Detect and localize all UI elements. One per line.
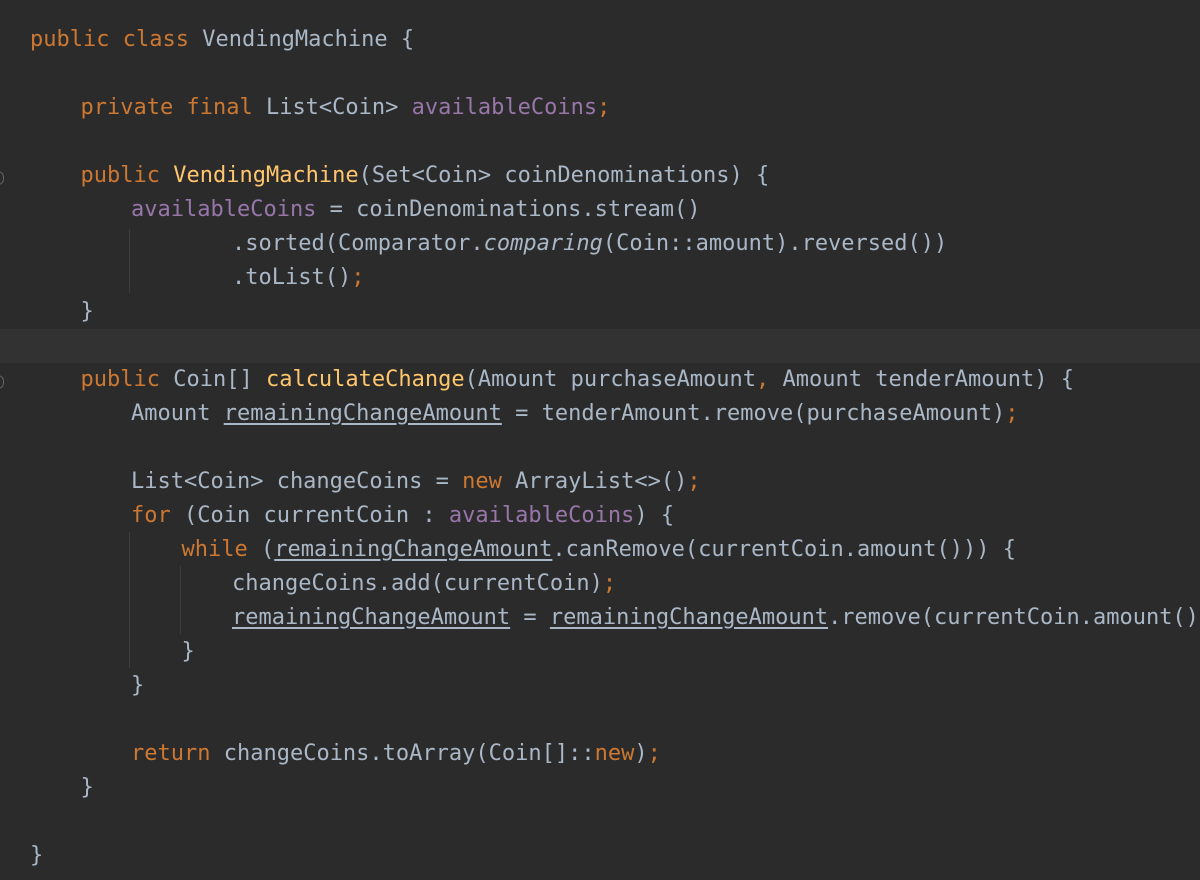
- gutter-marker-icon[interactable]: [0, 171, 4, 185]
- code-token: ;: [602, 571, 617, 596]
- code-token: = coinDenominations.stream(): [316, 197, 701, 222]
- code-token: (Amount purchaseAmount: [464, 367, 757, 392]
- code-token: .toList(): [232, 265, 352, 290]
- code-line[interactable]: }: [30, 839, 43, 873]
- code-token: (: [247, 537, 275, 562]
- code-token: }: [80, 775, 94, 800]
- code-token: changeCoins.toArray(Coin[]::: [210, 741, 595, 766]
- code-token: ): [634, 741, 648, 766]
- code-token: changeCoins.add(currentCoin): [232, 571, 603, 596]
- code-token: new: [594, 741, 635, 766]
- code-token: ;: [597, 95, 611, 120]
- code-token: ;: [1005, 401, 1019, 426]
- code-token: remainingChangeAmount: [274, 537, 553, 562]
- code-line[interactable]: public VendingMachine(Set<Coin> coinDeno…: [81, 159, 770, 193]
- code-line[interactable]: }: [81, 771, 94, 805]
- code-token: }: [80, 299, 94, 324]
- code-token: public: [30, 27, 110, 52]
- code-token: Amount: [131, 401, 224, 426]
- code-line[interactable]: changeCoins.add(currentCoin);: [232, 567, 616, 601]
- indent-guide: [129, 532, 130, 668]
- code-line[interactable]: }: [182, 635, 195, 669]
- code-editor[interactable]: public class VendingMachine { private fin…: [0, 0, 1200, 880]
- code-token: Coin[]: [159, 367, 266, 392]
- code-token: private: [80, 95, 174, 120]
- code-token: new: [462, 469, 502, 494]
- code-line[interactable]: remainingChangeAmount = remainingChangeA…: [232, 601, 1200, 635]
- code-token: class: [122, 27, 189, 52]
- code-token: availableCoins: [411, 95, 598, 120]
- code-line[interactable]: .sorted(Comparator.comparing(Coin::amoun…: [232, 227, 947, 261]
- indent-guide: [129, 229, 130, 293]
- code-token: return: [131, 741, 211, 766]
- code-token: availableCoins: [131, 197, 317, 222]
- code-token: public: [80, 163, 160, 188]
- code-token: ) {: [634, 503, 675, 528]
- code-token: (Coin::amount).reversed()): [602, 231, 948, 256]
- code-token: List<Coin> changeCoins =: [131, 469, 463, 494]
- code-token: calculateChange: [265, 367, 465, 392]
- code-token: ,: [756, 367, 770, 392]
- code-token: =: [510, 605, 550, 630]
- code-token: for: [131, 503, 171, 528]
- code-line[interactable]: public class VendingMachine {: [30, 23, 414, 57]
- code-token: (Coin currentCoin :: [170, 503, 449, 528]
- code-token: final: [186, 95, 253, 120]
- code-token: }: [30, 843, 44, 868]
- code-token: availableCoins: [448, 503, 635, 528]
- code-token: remainingChangeAmount: [549, 605, 829, 630]
- code-token: ;: [351, 265, 365, 290]
- code-token: comparing: [483, 231, 603, 256]
- current-line-highlight: [0, 329, 1200, 363]
- code-token: .remove(currentCoin.amount()): [828, 605, 1200, 630]
- code-token: ArrayList<>(): [501, 469, 688, 494]
- code-token: ;: [647, 741, 661, 766]
- code-token: }: [181, 639, 195, 664]
- code-line[interactable]: List<Coin> changeCoins = new ArrayList<>…: [131, 465, 701, 499]
- code-token: .canRemove(currentCoin.amount())) {: [552, 537, 1016, 562]
- code-line[interactable]: }: [81, 295, 94, 329]
- code-token: while: [181, 537, 248, 562]
- code-line[interactable]: private final List<Coin> availableCoins;: [81, 91, 611, 125]
- code-token: public: [80, 367, 160, 392]
- code-token: List<Coin>: [252, 95, 412, 120]
- code-token: VendingMachine: [173, 163, 359, 188]
- code-line[interactable]: .toList();: [232, 261, 364, 295]
- code-token: remainingChangeAmount: [223, 401, 502, 426]
- code-token: }: [131, 673, 145, 698]
- code-line[interactable]: return changeCoins.toArray(Coin[]::new);: [131, 737, 661, 771]
- code-token: VendingMachine {: [188, 27, 415, 52]
- code-token: = tenderAmount.remove(purchaseAmount): [501, 401, 1006, 426]
- code-line[interactable]: public Coin[] calculateChange(Amount pur…: [81, 363, 1074, 397]
- indent-guide: [180, 566, 181, 634]
- code-token: Amount tenderAmount) {: [769, 367, 1074, 392]
- code-token: .sorted(Comparator.: [232, 231, 484, 256]
- code-token: remainingChangeAmount: [232, 605, 511, 630]
- code-line[interactable]: for (Coin currentCoin : availableCoins) …: [131, 499, 674, 533]
- code-line[interactable]: }: [131, 669, 144, 703]
- code-line[interactable]: availableCoins = coinDenominations.strea…: [131, 193, 701, 227]
- code-token: (Set<Coin> coinDenominations) {: [358, 163, 770, 188]
- gutter-marker-icon[interactable]: [0, 375, 4, 389]
- code-line[interactable]: Amount remainingChangeAmount = tenderAmo…: [131, 397, 1018, 431]
- code-token: ;: [687, 469, 701, 494]
- code-line[interactable]: while (remainingChangeAmount.canRemove(c…: [182, 533, 1016, 567]
